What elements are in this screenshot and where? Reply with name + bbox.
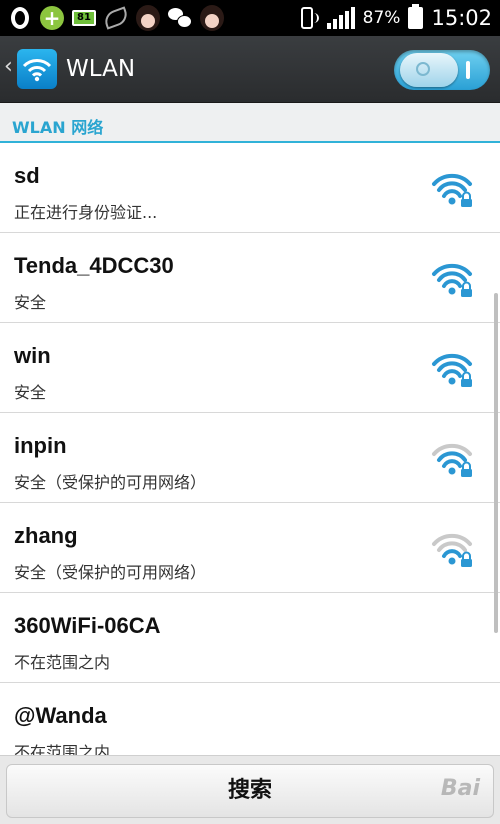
network-status: 安全（受保护的可用网络） [14, 563, 207, 582]
signal-strength-icon [326, 7, 355, 29]
vibrate-icon [300, 7, 319, 29]
network-row[interactable]: sd 正在进行身份验证... [0, 143, 500, 233]
wifi-lock-icon [432, 173, 472, 207]
network-row[interactable]: inpin 安全（受保护的可用网络） [0, 413, 500, 503]
back-icon[interactable]: ‹ [4, 54, 13, 79]
network-ssid: 360WiFi-06CA [14, 613, 161, 638]
network-row[interactable]: @Wanda 不在范围之内 [0, 683, 500, 755]
network-list[interactable]: sd 正在进行身份验证... Tenda_4DCC30 安全 win 安全 in… [0, 143, 500, 755]
wifi-lock-icon [432, 353, 472, 387]
avatar-icon [136, 5, 160, 31]
network-ssid: inpin [14, 433, 67, 458]
wlan-app-icon[interactable] [17, 49, 57, 89]
system-icons: 87% 15:02 [300, 4, 492, 32]
bottom-bar: 搜索 Bai [0, 755, 500, 824]
switch-on-indicator [466, 61, 470, 79]
watermark: Bai [440, 776, 480, 801]
wifi-lock-icon [432, 263, 472, 297]
action-bar: ‹ WLAN [0, 36, 500, 103]
battery-percent: 87% [362, 8, 401, 28]
network-status: 不在范围之内 [14, 653, 111, 672]
section-label: WLAN 网络 [12, 118, 104, 137]
page-title: WLAN [66, 56, 136, 82]
wechat-icon [168, 6, 192, 30]
battery-widget-icon: 81 [72, 6, 96, 30]
search-button[interactable]: 搜索 [6, 764, 494, 818]
network-status: 安全 [14, 293, 47, 312]
section-header: WLAN 网络 [0, 103, 500, 143]
leaf-icon [101, 6, 131, 30]
network-row[interactable]: 360WiFi-06CA 不在范围之内 [0, 593, 500, 683]
network-status: 不在范围之内 [14, 743, 111, 755]
network-ssid: zhang [14, 523, 78, 548]
network-status: 正在进行身份验证... [14, 203, 158, 222]
network-row[interactable]: zhang 安全（受保护的可用网络） [0, 503, 500, 593]
avatar-icon [200, 5, 224, 31]
notification-icons: + 81 [8, 5, 224, 31]
status-bar: + 81 87% 15:02 [0, 0, 500, 36]
network-ssid: @Wanda [14, 703, 107, 728]
scrollbar[interactable] [494, 293, 498, 633]
clock: 15:02 [431, 6, 492, 30]
network-row[interactable]: Tenda_4DCC30 安全 [0, 233, 500, 323]
wifi-lock-icon [432, 443, 472, 477]
network-status: 安全（受保护的可用网络） [14, 473, 207, 492]
battery-icon [408, 4, 424, 29]
network-ssid: sd [14, 163, 40, 188]
o-app-icon [8, 6, 32, 30]
switch-knob[interactable] [400, 53, 458, 87]
network-ssid: win [14, 343, 51, 368]
network-status: 安全 [14, 383, 47, 402]
plus-app-icon: + [40, 6, 64, 30]
network-ssid: Tenda_4DCC30 [14, 253, 174, 278]
wifi-lock-icon [432, 533, 472, 567]
network-row[interactable]: win 安全 [0, 323, 500, 413]
wlan-toggle-switch[interactable] [394, 50, 490, 90]
